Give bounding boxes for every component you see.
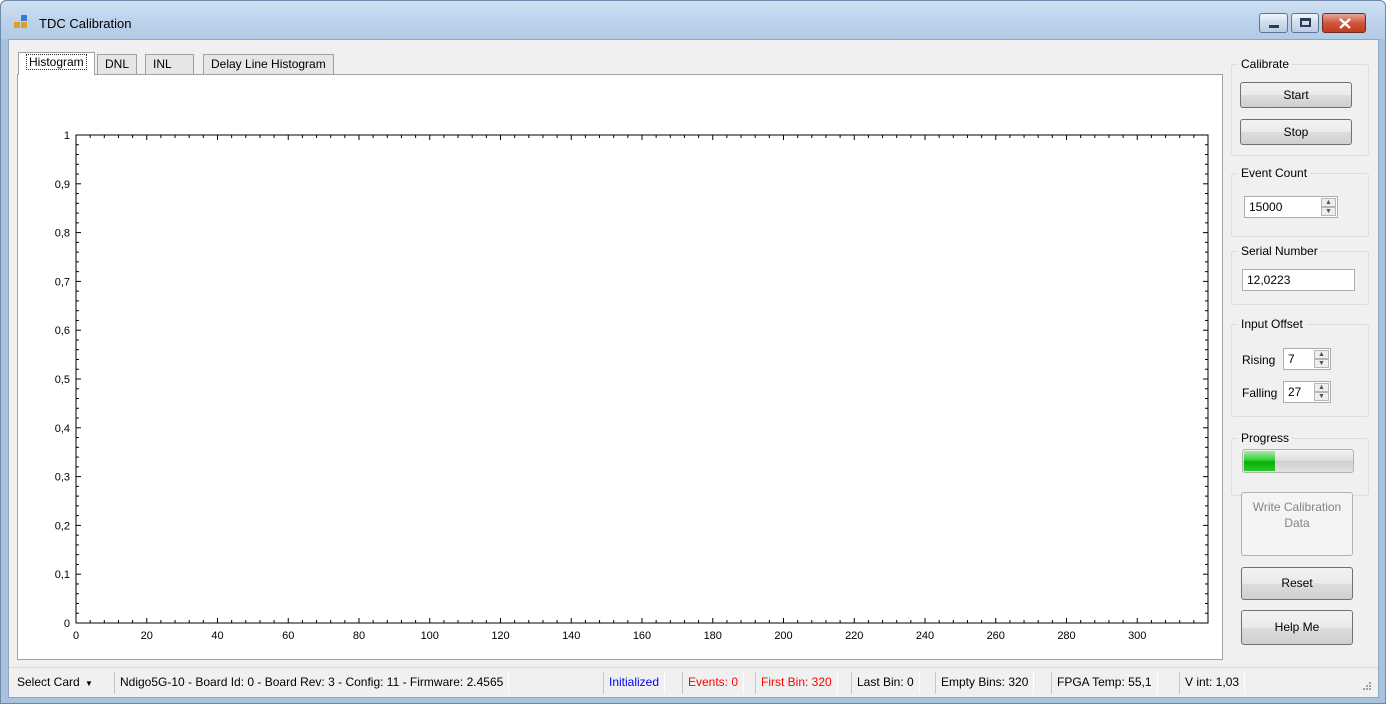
rising-label: Rising xyxy=(1242,353,1276,367)
y-tick-label: 0,4 xyxy=(55,423,70,435)
progress-group: Progress xyxy=(1231,431,1369,496)
x-tick-label: 180 xyxy=(704,630,722,642)
spin-down-icon[interactable]: ▼ xyxy=(1314,392,1329,401)
x-tick-label: 100 xyxy=(421,630,439,642)
spin-up-icon[interactable]: ▲ xyxy=(1314,350,1329,359)
x-tick-label: 160 xyxy=(633,630,651,642)
maximize-button[interactable] xyxy=(1291,13,1319,33)
x-tick-label: 240 xyxy=(916,630,934,642)
rising-stepper[interactable]: 7 ▲ ▼ xyxy=(1283,348,1331,370)
app-icon xyxy=(14,15,30,29)
x-tick-label: 200 xyxy=(774,630,792,642)
stop-button[interactable]: Stop xyxy=(1240,119,1352,145)
x-tick-label: 60 xyxy=(282,630,294,642)
status-last-bin: Last Bin: 0 xyxy=(851,672,920,694)
y-tick-label: 0 xyxy=(64,618,70,630)
event-count-value: 15000 xyxy=(1249,200,1283,214)
progress-bar xyxy=(1242,449,1354,473)
write-calibration-button[interactable]: Write Calibration Data xyxy=(1241,492,1353,556)
x-tick-label: 80 xyxy=(353,630,365,642)
tab-delay-line-histogram[interactable]: Delay Line Histogram xyxy=(203,54,334,74)
x-tick-label: 0 xyxy=(73,630,79,642)
close-icon xyxy=(1339,18,1351,29)
tab-inl[interactable]: INL xyxy=(145,54,194,74)
progress-fill xyxy=(1244,451,1275,471)
serial-number-field[interactable]: 12,0223 xyxy=(1242,269,1355,291)
minimize-button[interactable] xyxy=(1259,13,1288,33)
maximize-icon xyxy=(1300,18,1311,27)
x-tick-label: 220 xyxy=(845,630,863,642)
progress-label: Progress xyxy=(1238,431,1293,445)
status-v-int: V int: 1,03 xyxy=(1179,672,1246,694)
input-offset-group: Input Offset Rising 7 ▲ ▼ Falling 27 ▲ ▼ xyxy=(1231,317,1369,417)
x-tick-label: 280 xyxy=(1057,630,1075,642)
x-tick-label: 120 xyxy=(491,630,509,642)
x-tick-label: 300 xyxy=(1128,630,1146,642)
spin-down-icon[interactable]: ▼ xyxy=(1321,207,1336,216)
x-tick-label: 260 xyxy=(987,630,1005,642)
window-title: TDC Calibration xyxy=(39,16,132,31)
status-bar: Select Card ▼ Ndigo5G-10 - Board Id: 0 -… xyxy=(9,667,1378,697)
calibrate-label: Calibrate xyxy=(1238,57,1293,71)
select-card-dropdown[interactable]: Select Card ▼ xyxy=(13,672,97,694)
status-empty-bins: Empty Bins: 320 xyxy=(935,672,1035,694)
spin-up-icon[interactable]: ▲ xyxy=(1314,383,1329,392)
y-tick-label: 0,3 xyxy=(55,472,70,484)
y-tick-label: 0,9 xyxy=(55,179,70,191)
y-tick-label: 0,2 xyxy=(55,520,70,532)
status-fpga-temp: FPGA Temp: 55,1 xyxy=(1051,672,1158,694)
rising-value: 7 xyxy=(1288,352,1295,366)
x-tick-label: 40 xyxy=(211,630,223,642)
tab-dnl[interactable]: DNL xyxy=(97,54,138,74)
histogram-panel: 0 0,1 0,2 0,3 0,4 0,5 0,6 0,7 0,8 0,9 1 0 20 40 60 80 10… xyxy=(17,74,1223,660)
title-bar[interactable]: TDC Calibration xyxy=(1,1,1385,39)
event-count-group: Event Count 15000 ▲ ▼ xyxy=(1231,166,1369,237)
y-tick-label: 0,5 xyxy=(55,374,70,386)
falling-value: 27 xyxy=(1288,385,1302,399)
x-tick-label: 20 xyxy=(141,630,153,642)
histogram-chart: 0 0,1 0,2 0,3 0,4 0,5 0,6 0,7 0,8 0,9 1 0 20 40 60 80 10… xyxy=(55,130,1209,642)
tab-histogram[interactable]: Histogram xyxy=(18,52,95,75)
minimize-icon xyxy=(1269,25,1279,28)
x-tick-label: 140 xyxy=(562,630,580,642)
event-count-label: Event Count xyxy=(1238,166,1311,180)
resize-grip-icon[interactable] xyxy=(1362,681,1372,691)
client-area: Histogram DNL INL Delay Line Histogram 0… xyxy=(8,39,1379,698)
y-tick-label: 0,8 xyxy=(55,228,70,240)
calibrate-group: Calibrate Start Stop xyxy=(1231,57,1369,156)
y-tick-label: 0,7 xyxy=(55,276,70,288)
falling-label: Falling xyxy=(1242,386,1278,400)
y-tick-label: 1 xyxy=(64,130,70,142)
falling-stepper[interactable]: 27 ▲ ▼ xyxy=(1283,381,1331,403)
close-button[interactable] xyxy=(1322,13,1366,33)
y-tick-label: 0,6 xyxy=(55,325,70,337)
help-button[interactable]: Help Me xyxy=(1241,610,1353,645)
start-button[interactable]: Start xyxy=(1240,82,1352,108)
dropdown-arrow-icon: ▼ xyxy=(85,679,93,688)
event-count-stepper[interactable]: 15000 ▲ ▼ xyxy=(1244,196,1338,218)
reset-button[interactable]: Reset xyxy=(1241,567,1353,600)
status-state: Initialized xyxy=(603,672,666,694)
plot-frame xyxy=(75,134,1209,624)
serial-number-group: Serial Number 12,0223 xyxy=(1231,244,1369,305)
status-first-bin: First Bin: 320 xyxy=(755,672,838,694)
app-window: TDC Calibration Histogram DNL INL Delay … xyxy=(0,0,1386,704)
spin-down-icon[interactable]: ▼ xyxy=(1314,359,1329,368)
status-events: Events: 0 xyxy=(682,672,745,694)
serial-number-label: Serial Number xyxy=(1238,244,1321,258)
spin-up-icon[interactable]: ▲ xyxy=(1321,198,1336,207)
input-offset-label: Input Offset xyxy=(1238,317,1306,331)
y-tick-label: 0,1 xyxy=(55,569,70,581)
card-info: Ndigo5G-10 - Board Id: 0 - Board Rev: 3 … xyxy=(114,672,510,694)
